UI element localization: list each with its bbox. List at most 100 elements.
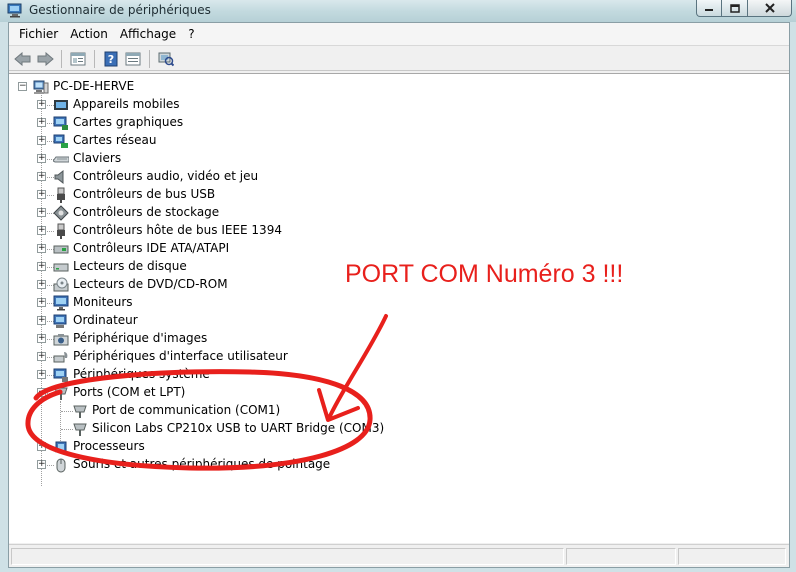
tree-item-label: Contrôleurs de stockage <box>73 205 220 219</box>
menu-action[interactable]: Action <box>64 25 114 43</box>
expand-toggle[interactable]: + <box>37 298 46 307</box>
tree-item-peripheriques-interface[interactable]: + Périphériques d'interface utilisateur <box>9 348 429 366</box>
tree-item-label: Souris et autres périphériques de pointa… <box>73 457 331 471</box>
minimize-button[interactable] <box>696 0 722 17</box>
tree-item-label: Contrôleurs IDE ATA/ATAPI <box>73 241 230 255</box>
ide-controller-icon <box>53 245 69 254</box>
tree-item-com3[interactable]: Silicon Labs CP210x USB to UART Bridge (… <box>9 420 469 438</box>
tree-item-controleurs-stockage[interactable]: + Contrôleurs de stockage <box>9 204 429 222</box>
expand-toggle[interactable]: + <box>37 208 46 217</box>
help-button[interactable]: ? <box>101 49 121 69</box>
tree-item-label: Lecteurs de DVD/CD-ROM <box>73 277 228 291</box>
help-icon: ? <box>104 51 118 66</box>
tree-item-label: Cartes réseau <box>73 133 157 147</box>
tree-item-label: Moniteurs <box>73 295 133 309</box>
expand-toggle[interactable]: + <box>37 370 46 379</box>
tree-item-processeurs[interactable]: + Processeurs <box>9 438 429 456</box>
menu-fichier[interactable]: Fichier <box>13 25 64 43</box>
expand-toggle[interactable]: + <box>37 334 46 343</box>
minimize-icon <box>705 9 713 11</box>
status-pane <box>11 548 564 565</box>
expand-toggle[interactable]: + <box>37 262 46 271</box>
expand-toggle[interactable]: + <box>37 100 46 109</box>
expand-toggle[interactable]: + <box>37 244 46 253</box>
expand-toggle[interactable]: + <box>37 154 46 163</box>
tree-item-label: Contrôleurs hôte de bus IEEE 1394 <box>73 223 282 237</box>
close-button[interactable] <box>748 0 792 17</box>
tree-item-label: Lecteurs de disque <box>73 259 187 273</box>
expand-toggle[interactable]: + <box>37 136 46 145</box>
scan-hardware-button[interactable] <box>156 49 176 69</box>
tree-item-label: Cartes graphiques <box>73 115 184 129</box>
tree-item-souris[interactable]: + Souris et autres périphériques de poin… <box>9 456 429 474</box>
maximize-button[interactable] <box>722 0 748 17</box>
device-manager-icon <box>7 3 22 18</box>
port-icon <box>73 405 87 418</box>
mouse-icon <box>56 458 66 473</box>
back-arrow-icon <box>14 51 31 66</box>
device-tree: − PC-DE-HERVE + Appareils mobiles + Cart… <box>9 73 789 543</box>
tree-item-ordinateur[interactable]: + Ordinateur <box>9 312 429 330</box>
network-adapter-icon <box>53 134 68 148</box>
menu-bar: Fichier Action Affichage ? <box>9 23 789 46</box>
expand-toggle[interactable]: + <box>37 190 46 199</box>
tree-item-claviers[interactable]: + Claviers <box>9 150 429 168</box>
window-title: Gestionnaire de périphériques <box>29 3 211 17</box>
tree-item-label: Contrôleurs de bus USB <box>73 187 216 201</box>
expand-toggle[interactable]: + <box>37 352 46 361</box>
tree-item-controleurs-ide[interactable]: + Contrôleurs IDE ATA/ATAPI <box>9 240 429 258</box>
tree-item-label: Appareils mobiles <box>73 97 180 111</box>
tree-item-controleurs-usb[interactable]: + Contrôleurs de bus USB <box>9 186 429 204</box>
view-icon <box>125 52 141 65</box>
tree-item-peripherique-images[interactable]: + Périphérique d'images <box>9 330 429 348</box>
toolbar-separator <box>61 49 62 68</box>
expand-toggle[interactable]: + <box>37 226 46 235</box>
computer-icon <box>33 80 49 94</box>
status-bar <box>9 544 789 567</box>
expand-toggle[interactable]: + <box>37 460 46 469</box>
view-button[interactable] <box>123 49 143 69</box>
tree-item-peripheriques-systeme[interactable]: + Périphériques système <box>9 366 429 384</box>
collapse-toggle[interactable]: − <box>18 82 27 91</box>
tree-item-appareils-mobiles[interactable]: + Appareils mobiles <box>9 96 429 114</box>
expand-toggle[interactable]: + <box>37 280 46 289</box>
port-icon <box>54 387 68 400</box>
expand-toggle[interactable]: + <box>37 442 46 451</box>
title-bar[interactable]: Gestionnaire de périphériques <box>0 0 796 22</box>
tree-item-cartes-graphiques[interactable]: + Cartes graphiques <box>9 114 429 132</box>
svg-text:?: ? <box>108 53 114 66</box>
tree-item-com1[interactable]: Port de communication (COM1) <box>9 402 469 420</box>
tree-item-controleurs-ieee1394[interactable]: + Contrôleurs hôte de bus IEEE 1394 <box>9 222 429 240</box>
toolbar-separator <box>149 49 150 68</box>
tree-item-cartes-reseau[interactable]: + Cartes réseau <box>9 132 429 150</box>
collapse-toggle[interactable]: − <box>37 388 46 397</box>
disk-drive-icon <box>53 263 69 272</box>
maximize-icon <box>729 3 740 13</box>
expand-toggle[interactable]: + <box>37 316 46 325</box>
expand-toggle[interactable]: + <box>37 172 46 181</box>
storage-controller-icon <box>53 205 69 221</box>
back-button[interactable] <box>13 49 33 69</box>
annotation-text: PORT COM Numéro 3 !!! <box>345 260 624 288</box>
properties-button[interactable] <box>68 49 88 69</box>
imaging-device-icon <box>53 334 69 346</box>
expand-toggle[interactable]: + <box>37 118 46 127</box>
monitor-icon <box>53 295 69 311</box>
tree-item-label: Contrôleurs audio, vidéo et jeu <box>73 169 259 183</box>
menu-help[interactable]: ? <box>182 25 200 43</box>
hid-icon <box>53 352 68 363</box>
tree-item-label: Processeurs <box>73 439 145 453</box>
forward-button[interactable] <box>35 49 55 69</box>
tree-item-moniteurs[interactable]: + Moniteurs <box>9 294 429 312</box>
speaker-icon <box>54 169 64 185</box>
tree-item-label: Périphérique d'images <box>73 331 208 345</box>
tree-item-controleurs-audio[interactable]: + Contrôleurs audio, vidéo et jeu <box>9 168 429 186</box>
tree-root-label: PC-DE-HERVE <box>53 79 135 93</box>
menu-affichage[interactable]: Affichage <box>114 25 182 43</box>
tree-item-label: Ordinateur <box>73 313 138 327</box>
tree-root[interactable]: − PC-DE-HERVE <box>9 78 309 96</box>
tree-item-label: Claviers <box>73 151 122 165</box>
tree-item-ports[interactable]: − Ports (COM et LPT) <box>9 384 429 402</box>
tree-item-label: Périphériques système <box>73 367 210 381</box>
keyboard-icon <box>53 156 69 163</box>
